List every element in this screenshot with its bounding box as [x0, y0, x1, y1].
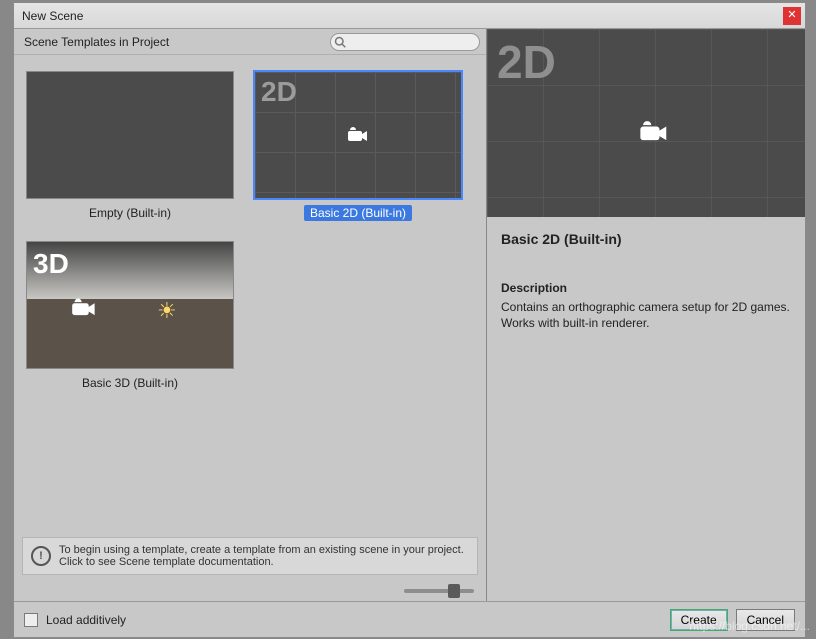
info-banner[interactable]: ! To begin using a template, create a te…: [22, 537, 478, 575]
template-thumbnail: 2D: [254, 71, 462, 199]
info-icon: !: [31, 546, 51, 566]
templates-panel: Scene Templates in Project Empty (Built-…: [14, 29, 487, 601]
cancel-button[interactable]: Cancel: [736, 609, 795, 631]
template-label: Basic 3D (Built-in): [76, 375, 184, 391]
ground-plane-icon: [27, 299, 233, 368]
dialog-footer: Load additively Create Cancel: [14, 601, 805, 637]
new-scene-dialog: New Scene ✕ Scene Templates in Project: [13, 2, 806, 638]
titlebar: New Scene ✕: [14, 3, 805, 29]
template-basic-2d[interactable]: 2D Basic 2D (Built-in): [254, 71, 462, 221]
preview-2d-label-icon: 2D: [497, 35, 556, 89]
info-line2: Click to see Scene template documentatio…: [59, 556, 464, 568]
sun-icon: ☀: [157, 298, 177, 324]
zoom-row: [14, 581, 486, 601]
templates-header: Scene Templates in Project: [14, 29, 486, 55]
template-empty[interactable]: Empty (Built-in): [26, 71, 234, 221]
close-icon: ✕: [787, 10, 796, 21]
window-title: New Scene: [22, 9, 783, 23]
info-text: To begin using a template, create a temp…: [59, 544, 464, 568]
close-button[interactable]: ✕: [783, 7, 801, 25]
thumb-3d-label-icon: 3D: [33, 248, 69, 280]
main-split: Scene Templates in Project Empty (Built-…: [14, 29, 805, 601]
camera-icon: [71, 298, 97, 318]
template-label: Empty (Built-in): [83, 205, 177, 221]
template-label: Basic 2D (Built-in): [304, 205, 412, 221]
search-input[interactable]: [330, 33, 480, 51]
zoom-slider[interactable]: [404, 589, 474, 593]
preview-title: Basic 2D (Built-in): [501, 231, 791, 247]
load-additively-label: Load additively: [46, 613, 662, 627]
description-text: Contains an orthographic camera setup fo…: [501, 299, 791, 331]
templates-grid: Empty (Built-in) 2D Basic 2D (Built-in): [14, 55, 486, 533]
search-wrap: [177, 33, 480, 51]
dialog-body: Scene Templates in Project Empty (Built-…: [14, 29, 805, 637]
preview-details: Basic 2D (Built-in) Description Contains…: [487, 217, 805, 345]
camera-icon: [347, 127, 369, 143]
description-heading: Description: [501, 281, 791, 295]
search-icon: [334, 36, 346, 48]
templates-header-label: Scene Templates in Project: [24, 35, 169, 49]
preview-panel: 2D Basic 2D (Built-in) Description Conta…: [487, 29, 805, 601]
preview-thumbnail: 2D: [487, 29, 805, 217]
zoom-thumb-icon: [448, 584, 460, 598]
template-basic-3d[interactable]: 3D ☀ Basic 3D (Built-in): [26, 241, 234, 391]
create-button[interactable]: Create: [670, 609, 728, 631]
template-thumbnail: 3D ☀: [26, 241, 234, 369]
camera-icon: [639, 121, 669, 143]
info-line1: To begin using a template, create a temp…: [59, 544, 464, 556]
template-thumbnail: [26, 71, 234, 199]
load-additively-checkbox[interactable]: [24, 613, 38, 627]
thumb-2d-label-icon: 2D: [261, 76, 297, 108]
